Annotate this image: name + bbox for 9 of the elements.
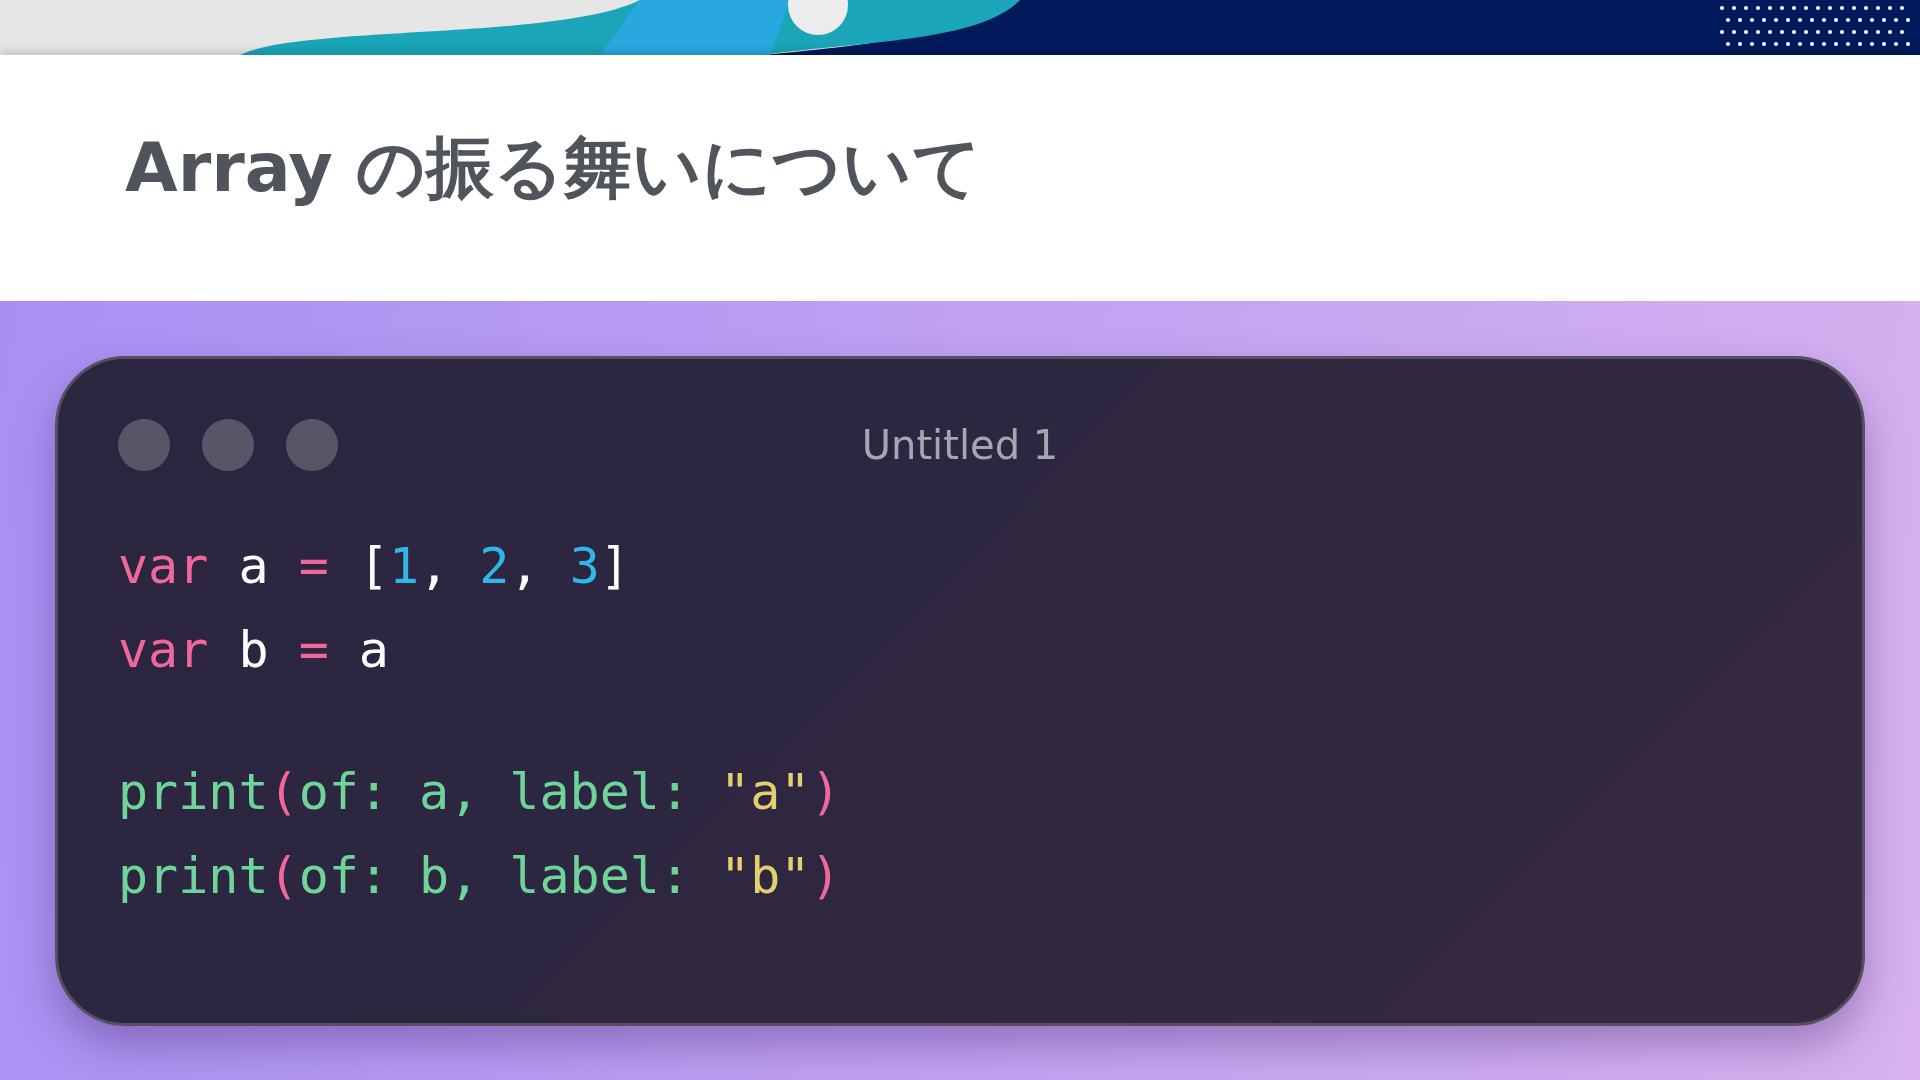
code-line: print(of: b, label: "b") [118,846,841,907]
code-line: print(of: a, label: "a") [118,762,841,823]
window-title: Untitled 1 [861,422,1059,468]
window-dot-icon [118,419,170,471]
window-dot-icon [202,419,254,471]
window-dot-icon [286,419,338,471]
code-line: var a = [1, 2, 3] [118,536,630,597]
code-line: var b = a [118,620,389,681]
slide-title: Array の振る舞いについて [125,126,983,209]
